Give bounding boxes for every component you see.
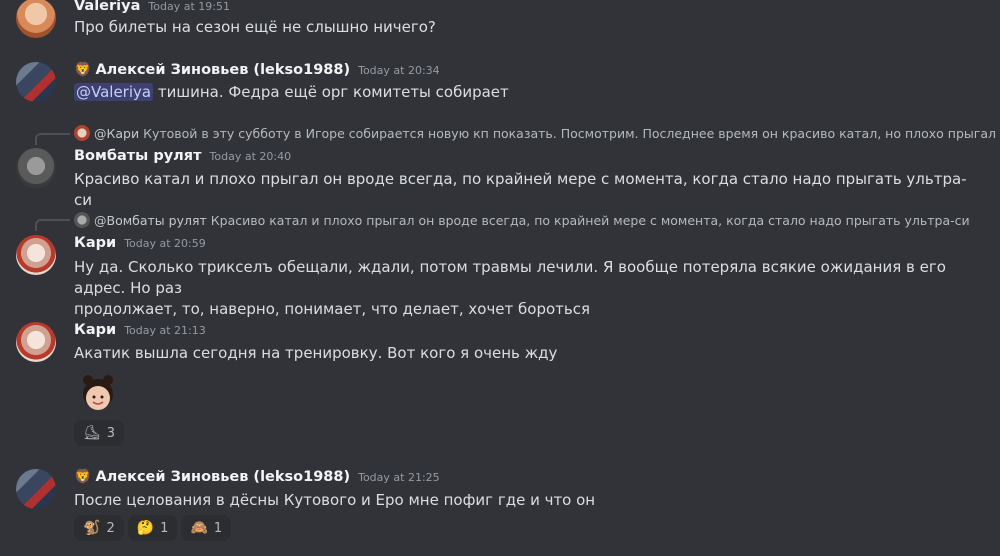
avatar[interactable] — [16, 148, 56, 188]
avatar[interactable] — [16, 235, 56, 275]
author-name[interactable]: Valeriya — [74, 0, 140, 14]
avatar[interactable] — [16, 62, 56, 102]
reaction-count: 3 — [106, 425, 116, 441]
reactions-bar: 🐒 2 🤔 1 🙈 1 — [74, 515, 235, 541]
girl-face-sticker[interactable] — [74, 370, 122, 418]
message-line: продолжает, то, наверно, понимает, что д… — [74, 300, 591, 318]
see-no-evil-monkey-icon: 🙈 — [190, 520, 208, 536]
author-name[interactable]: Алексей Зиновьев (lekso1988) — [95, 62, 350, 78]
message-text: Акатик вышла сегодня на тренировку. Вот … — [74, 344, 558, 362]
reply-author[interactable]: @Кари — [94, 126, 139, 141]
reaction-button[interactable]: 🐒 2 — [74, 515, 124, 541]
timestamp: Today at 20:34 — [358, 64, 440, 77]
timestamp: Today at 20:59 — [124, 237, 206, 250]
avatar[interactable] — [16, 322, 56, 362]
reply-connector — [35, 219, 70, 231]
reply-author[interactable]: @Вомбаты рулят — [94, 213, 207, 228]
thinking-face-icon: 🤔 — [136, 520, 155, 536]
message-line: Ну да. Сколько трикселъ обещали, ждали, … — [74, 258, 946, 297]
message-text: Красиво катал и плохо прыгал он вроде вс… — [74, 170, 967, 209]
author-name[interactable]: Алексей Зиновьев (lekso1988) — [95, 469, 350, 485]
reaction-count: 2 — [106, 520, 115, 536]
avatar[interactable] — [16, 0, 56, 38]
author-name[interactable]: Кари — [74, 322, 116, 338]
reaction-button[interactable]: 🙈 1 — [181, 515, 232, 541]
reaction-button[interactable]: 🤔 1 — [127, 515, 178, 541]
mini-avatar — [74, 212, 90, 228]
message-text: Ну да. Сколько трикселъ обещали, ждали, … — [74, 257, 980, 320]
avatar[interactable] — [16, 469, 56, 509]
reactions-bar: ⛸ 3 — [74, 420, 128, 446]
reply-connector — [35, 133, 70, 145]
timestamp: Today at 21:13 — [124, 324, 206, 337]
reply-preview[interactable]: @Кари Кутовой в эту субботу в Игоре соби… — [74, 125, 996, 141]
monkey-icon: 🐒 — [83, 520, 101, 536]
mini-avatar — [74, 125, 90, 141]
reaction-count: 1 — [213, 520, 223, 536]
message-text: Про билеты на сезон ещё не слышно ничего… — [74, 18, 436, 36]
author-name[interactable]: Кари — [74, 235, 116, 251]
lion-icon: 🦁 — [74, 62, 92, 78]
timestamp: Today at 21:25 — [358, 471, 440, 484]
reply-text: Красиво катал и плохо прыгал он вроде вс… — [210, 212, 970, 228]
author-name[interactable]: Вомбаты рулят — [74, 148, 202, 164]
reply-text: Кутовой в эту субботу в Игоре собирается… — [143, 125, 996, 141]
message-text: тишина. Федра ещё орг комитеты собирает — [153, 83, 509, 101]
timestamp: Today at 20:40 — [209, 150, 292, 163]
lion-icon: 🦁 — [74, 469, 92, 485]
message-text: После целования в дёсны Кутового и Еро м… — [74, 491, 596, 509]
reaction-button[interactable]: ⛸ 3 — [74, 420, 125, 446]
reaction-count: 1 — [160, 520, 169, 536]
timestamp: Today at 19:51 — [148, 0, 230, 13]
reply-preview[interactable]: @Вомбаты рулят Красиво катал и плохо пры… — [74, 212, 970, 228]
user-mention[interactable]: @Valeriya — [74, 83, 154, 101]
skate-icon: ⛸ — [83, 425, 101, 441]
